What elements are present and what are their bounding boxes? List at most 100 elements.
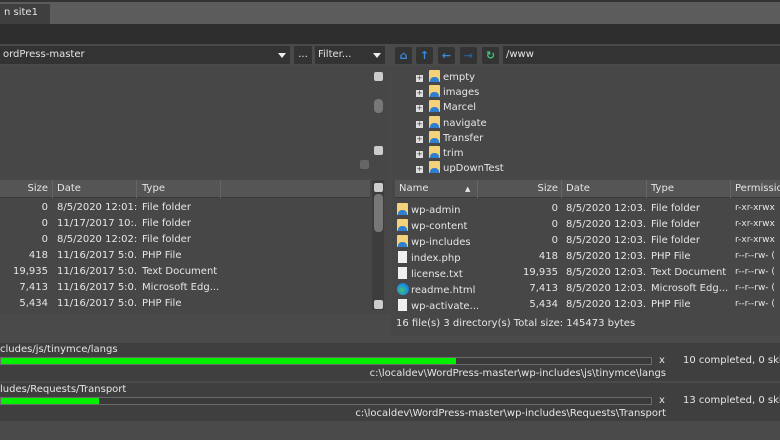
date-cell: 8/5/2020 12:03... bbox=[566, 235, 646, 246]
folder-icon bbox=[429, 161, 440, 174]
date-cell: 11/16/2017 5:0... bbox=[57, 266, 137, 277]
folder-icon bbox=[429, 70, 440, 82]
local-path-combo[interactable]: ordPress-master bbox=[0, 46, 290, 64]
local-tree[interactable] bbox=[0, 66, 390, 179]
col-size[interactable]: Size bbox=[495, 183, 558, 194]
col-date[interactable]: Date bbox=[566, 183, 590, 194]
date-cell: 11/16/2017 5:0... bbox=[57, 250, 137, 261]
file-name: wp-content bbox=[411, 221, 468, 232]
forward-arrow-icon[interactable]: → bbox=[460, 47, 477, 64]
table-row[interactable]: wp-activate.... 5,434 8/5/2020 12:03... PHP… bbox=[395, 297, 780, 313]
column-divider bbox=[646, 180, 647, 198]
back-arrow-icon[interactable]: ← bbox=[438, 47, 455, 64]
tree-item[interactable]: + empty bbox=[416, 70, 475, 86]
table-row[interactable]: wp-content 0 8/5/2020 12:03... File folder r… bbox=[395, 217, 780, 233]
tree-item[interactable]: + navigate bbox=[416, 115, 487, 132]
tab-site1[interactable]: n site1 bbox=[0, 4, 50, 24]
home-icon[interactable]: ⌂ bbox=[395, 47, 412, 64]
table-row[interactable]: 0 8/5/2020 12:02:... File folder bbox=[0, 232, 370, 248]
expand-icon[interactable]: + bbox=[416, 90, 423, 98]
local-list-scrollbar[interactable] bbox=[372, 180, 384, 310]
col-permissions[interactable]: Permission bbox=[735, 183, 780, 194]
size-cell: 19,935 bbox=[13, 266, 48, 277]
type-cell: File folder bbox=[142, 202, 191, 213]
table-row[interactable]: 5,434 11/16/2017 5:0... PHP File bbox=[0, 296, 370, 312]
folder-icon bbox=[429, 100, 440, 113]
sort-ascending-icon: ▲ bbox=[465, 185, 471, 193]
column-divider bbox=[561, 180, 562, 198]
tree-item[interactable]: + Transfer bbox=[416, 130, 483, 147]
col-size[interactable]: Size bbox=[0, 183, 48, 194]
tree-item-label: navigate bbox=[443, 117, 487, 129]
refresh-icon[interactable]: ↻ bbox=[482, 47, 499, 64]
column-divider bbox=[730, 180, 731, 198]
up-arrow-icon[interactable]: ↑ bbox=[416, 47, 433, 64]
scroll-down-icon[interactable] bbox=[374, 300, 383, 309]
cancel-transfer-button[interactable]: x bbox=[659, 355, 665, 366]
folder-icon bbox=[429, 146, 440, 158]
transfer-remote-path: cludes/js/tinymce/langs bbox=[0, 344, 118, 355]
scroll-up-icon[interactable] bbox=[374, 183, 383, 192]
tree-item[interactable]: + upDownTest bbox=[416, 161, 504, 177]
expand-icon[interactable]: + bbox=[416, 135, 423, 143]
scroll-down-icon[interactable] bbox=[374, 146, 383, 155]
size-cell: 5,434 bbox=[19, 298, 48, 309]
type-cell: Microsoft Edg... bbox=[142, 282, 220, 293]
date-cell: 11/16/2017 5:0... bbox=[57, 298, 137, 309]
col-name[interactable]: Name bbox=[399, 183, 429, 194]
tree-item[interactable]: + trim bbox=[416, 146, 464, 162]
chevron-down-icon bbox=[373, 53, 381, 58]
table-row[interactable]: 7,413 11/16/2017 5:0... Microsoft Edg... bbox=[0, 280, 370, 296]
table-row[interactable]: wp-includes 0 8/5/2020 12:03... File folder… bbox=[395, 233, 780, 249]
table-row[interactable]: 418 11/16/2017 5:0... PHP File bbox=[0, 248, 370, 264]
remote-status: 16 file(s) 3 directory(s) Total size: 14… bbox=[396, 318, 636, 329]
name-cell: wp-admin bbox=[397, 203, 479, 216]
file-icon bbox=[398, 267, 407, 279]
date-cell: 8/5/2020 12:03... bbox=[566, 203, 646, 214]
file-icon bbox=[398, 299, 407, 311]
progress-fill bbox=[1, 358, 456, 364]
scroll-right-icon[interactable] bbox=[360, 160, 369, 169]
tab-bar: n site1 bbox=[0, 0, 780, 24]
chevron-down-icon bbox=[278, 53, 286, 58]
scroll-thumb[interactable] bbox=[374, 194, 383, 232]
type-cell: File folder bbox=[651, 219, 700, 230]
browse-button[interactable]: ... bbox=[294, 46, 312, 64]
type-cell: File folder bbox=[651, 203, 700, 214]
permissions-cell: r-xr-xrwx bbox=[735, 219, 775, 229]
expand-icon[interactable]: + bbox=[416, 166, 423, 174]
col-type[interactable]: Type bbox=[142, 183, 165, 194]
expand-icon[interactable]: + bbox=[416, 75, 423, 82]
edge-browser-icon bbox=[397, 283, 409, 295]
expand-icon[interactable]: + bbox=[416, 120, 423, 128]
local-tree-scrollbar[interactable] bbox=[374, 99, 383, 113]
folder-icon bbox=[429, 130, 440, 143]
expand-icon[interactable]: + bbox=[416, 105, 423, 113]
column-divider bbox=[220, 180, 221, 198]
remote-path-input[interactable]: /www bbox=[503, 46, 780, 64]
tree-item[interactable]: + images bbox=[416, 85, 479, 101]
local-path: ordPress-master bbox=[3, 49, 85, 60]
cancel-transfer-button[interactable]: x bbox=[659, 395, 665, 406]
file-name: license.txt bbox=[411, 269, 463, 280]
col-type[interactable]: Type bbox=[651, 183, 674, 194]
table-row[interactable]: index.php 418 8/5/2020 12:03... PHP File r--… bbox=[395, 249, 780, 265]
table-row[interactable]: readme.html 7,413 8/5/2020 12:03... Microso… bbox=[395, 281, 780, 297]
table-row[interactable]: 0 11/17/2017 10:... File folder bbox=[0, 216, 370, 232]
progress-bar bbox=[0, 397, 652, 405]
size-cell: 0 bbox=[551, 219, 558, 230]
file-icon bbox=[398, 251, 407, 263]
table-row[interactable]: 19,935 11/16/2017 5:0... Text Document bbox=[0, 264, 370, 280]
tree-item[interactable]: + Marcel bbox=[416, 100, 476, 116]
date-cell: 11/17/2017 10:... bbox=[57, 218, 137, 229]
col-date[interactable]: Date bbox=[57, 183, 81, 194]
table-row[interactable]: 0 8/5/2020 12:01:... File folder bbox=[0, 200, 370, 216]
table-row[interactable]: wp-admin 0 8/5/2020 12:03... File folder r-x… bbox=[395, 201, 780, 217]
file-name: wp-admin bbox=[411, 205, 461, 216]
filter-combo[interactable]: Filter... bbox=[315, 46, 385, 64]
table-row[interactable]: license.txt 19,935 8/5/2020 12:03... Text D… bbox=[395, 265, 780, 281]
scroll-up-icon[interactable] bbox=[374, 72, 383, 81]
file-name: readme.html bbox=[411, 285, 476, 296]
expand-icon[interactable]: + bbox=[416, 151, 423, 158]
type-cell: PHP File bbox=[651, 299, 691, 310]
